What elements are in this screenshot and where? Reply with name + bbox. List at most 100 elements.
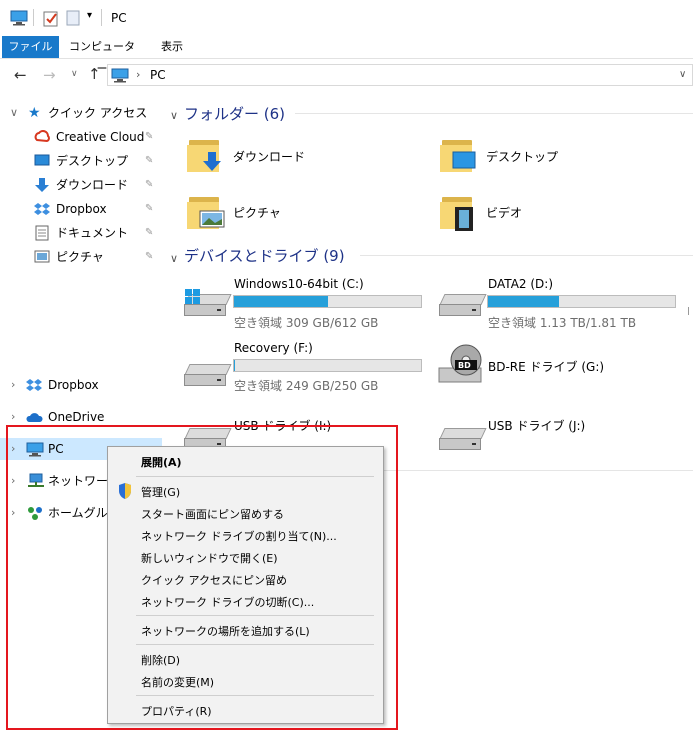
- nav-label: ドキュメント: [56, 226, 129, 240]
- pin-icon: ✎: [145, 203, 154, 214]
- nav-label: デスクトップ: [56, 154, 129, 168]
- folder-item-desktop[interactable]: デスクトップ: [440, 133, 680, 179]
- tab-computer[interactable]: コンピューター: [64, 36, 140, 75]
- new-folder-icon[interactable]: [66, 10, 80, 26]
- folder-icon: [440, 137, 476, 173]
- download-icon: [35, 178, 49, 192]
- pc-icon: [10, 10, 28, 26]
- devices-header[interactable]: デバイスとドライブ (9): [184, 245, 345, 266]
- drive-item-g[interactable]: BD BD-RE ドライブ (G:): [435, 340, 690, 390]
- drive-name: USB ドライブ (J:): [488, 419, 586, 433]
- bd-drive-icon: BD: [438, 344, 482, 383]
- folders-header[interactable]: フォルダー (6): [184, 103, 285, 124]
- hard-drive-icon: [439, 294, 487, 316]
- drive-free-space: 空き領域 309 GB/612 GB: [234, 316, 379, 330]
- chevron-right-icon[interactable]: ›: [11, 374, 15, 396]
- document-icon: [35, 225, 49, 241]
- usb-drive-icon: [439, 428, 487, 450]
- recent-locations-dropdown-icon[interactable]: ∨: [71, 69, 78, 79]
- highlight-box-pc-context: [6, 425, 398, 730]
- address-bar[interactable]: › PC ∨: [107, 64, 693, 86]
- drive-name: BD-RE ドライブ (G:): [488, 360, 605, 374]
- toolbar-divider: [33, 9, 34, 26]
- drive-usage-bar: [233, 295, 422, 308]
- nav-label: クイック アクセス: [48, 106, 148, 120]
- folder-label: ダウンロード: [233, 150, 306, 164]
- chevron-down-icon[interactable]: ∨: [170, 109, 178, 122]
- pin-icon: ✎: [145, 131, 154, 142]
- nav-item-dropbox-pinned[interactable]: Dropbox ✎: [0, 198, 162, 220]
- svg-text:BD: BD: [458, 361, 471, 370]
- up-arrow-icon[interactable]: ↑: [88, 65, 101, 83]
- pin-icon: ✎: [145, 155, 154, 166]
- folder-item-downloads[interactable]: ダウンロード: [187, 133, 427, 179]
- breadcrumb-separator-icon: ›: [136, 68, 141, 81]
- drive-item-c[interactable]: Windows10-64bit (C:) 空き領域 309 GB/612 GB: [180, 272, 435, 332]
- hard-drive-icon: [184, 364, 232, 386]
- title-bar: ▾ PC: [0, 0, 693, 36]
- nav-item-downloads[interactable]: ダウンロード ✎: [0, 174, 162, 196]
- picture-icon: [34, 250, 50, 263]
- onedrive-icon: [26, 413, 43, 422]
- tab-view[interactable]: 表示: [150, 36, 194, 58]
- folder-icon: [440, 194, 476, 231]
- drive-name: Recovery (F:): [234, 341, 313, 355]
- folder-label: ビデオ: [486, 206, 523, 220]
- drive-name: DATA2 (D:): [488, 277, 554, 291]
- nav-item-documents[interactable]: ドキュメント ✎: [0, 222, 162, 244]
- dropbox-icon: [26, 379, 42, 391]
- drive-free-space: 空き領域 249 GB/250 GB: [234, 379, 379, 393]
- drive-usage-fill: [234, 296, 328, 307]
- pc-icon: [111, 68, 129, 83]
- address-dropdown-icon[interactable]: ∨: [679, 69, 686, 80]
- dropbox-icon: [34, 203, 50, 215]
- drive-item-f[interactable]: Recovery (F:) 空き領域 249 GB/250 GB: [180, 336, 435, 396]
- pin-icon: ✎: [145, 251, 154, 262]
- address-path[interactable]: PC: [150, 68, 166, 82]
- drive-item-j[interactable]: USB ドライブ (J:): [435, 412, 690, 452]
- drive-usage-fill: [488, 296, 560, 307]
- nav-item-dropbox[interactable]: › Dropbox: [0, 374, 162, 396]
- drive-usage-bar: [487, 295, 676, 308]
- folder-label: ピクチャ: [233, 206, 281, 220]
- pin-icon: ✎: [145, 227, 154, 238]
- partial-column-marker: [688, 307, 692, 315]
- folder-icon: [187, 194, 225, 230]
- ribbon-tabs: ファイル コンピューター 表示: [0, 36, 693, 75]
- nav-label: ピクチャ: [56, 250, 104, 264]
- back-arrow-icon[interactable]: ←: [14, 66, 27, 84]
- tab-file[interactable]: ファイル: [2, 36, 59, 58]
- drive-free-space: 空き領域 1.13 TB/1.81 TB: [488, 316, 637, 330]
- forward-arrow-icon[interactable]: →: [43, 66, 56, 84]
- nav-label: Creative Cloud: [56, 130, 145, 144]
- chevron-down-icon[interactable]: ∨: [10, 102, 18, 124]
- folder-item-videos[interactable]: ビデオ: [440, 190, 680, 236]
- quick-access-toolbar-dropdown-icon[interactable]: ▾: [87, 10, 92, 21]
- chevron-down-icon[interactable]: ∨: [170, 252, 178, 265]
- nav-item-pictures[interactable]: ピクチャ ✎: [0, 246, 162, 268]
- nav-label: Dropbox: [48, 378, 99, 392]
- folder-icon: [187, 137, 223, 173]
- creative-cloud-icon: [34, 130, 50, 143]
- desktop-icon: [34, 154, 50, 166]
- drive-usage-fill: [234, 360, 235, 371]
- folder-label: デスクトップ: [486, 150, 559, 164]
- star-icon: ★: [28, 105, 41, 121]
- drive-usage-bar: [233, 359, 422, 372]
- drive-name: Windows10-64bit (C:): [234, 277, 364, 291]
- drive-item-d[interactable]: DATA2 (D:) 空き領域 1.13 TB/1.81 TB: [435, 272, 690, 332]
- nav-quick-access[interactable]: ∨ ★ クイック アクセス: [0, 102, 162, 124]
- pin-icon: ✎: [145, 179, 154, 190]
- nav-label: Dropbox: [56, 202, 107, 216]
- nav-item-creative-cloud[interactable]: Creative Cloud ✎: [0, 126, 162, 148]
- nav-label: ダウンロード: [56, 178, 129, 192]
- group-divider: [295, 113, 693, 114]
- title-divider: [101, 9, 102, 26]
- properties-icon[interactable]: [43, 9, 59, 27]
- folder-item-pictures[interactable]: ピクチャ: [187, 190, 427, 236]
- nav-item-desktop[interactable]: デスクトップ ✎: [0, 150, 162, 172]
- window-title: PC: [111, 11, 127, 25]
- windows-logo-icon: [185, 289, 200, 304]
- group-divider: [360, 255, 693, 256]
- highlight-spacer: [104, 425, 398, 443]
